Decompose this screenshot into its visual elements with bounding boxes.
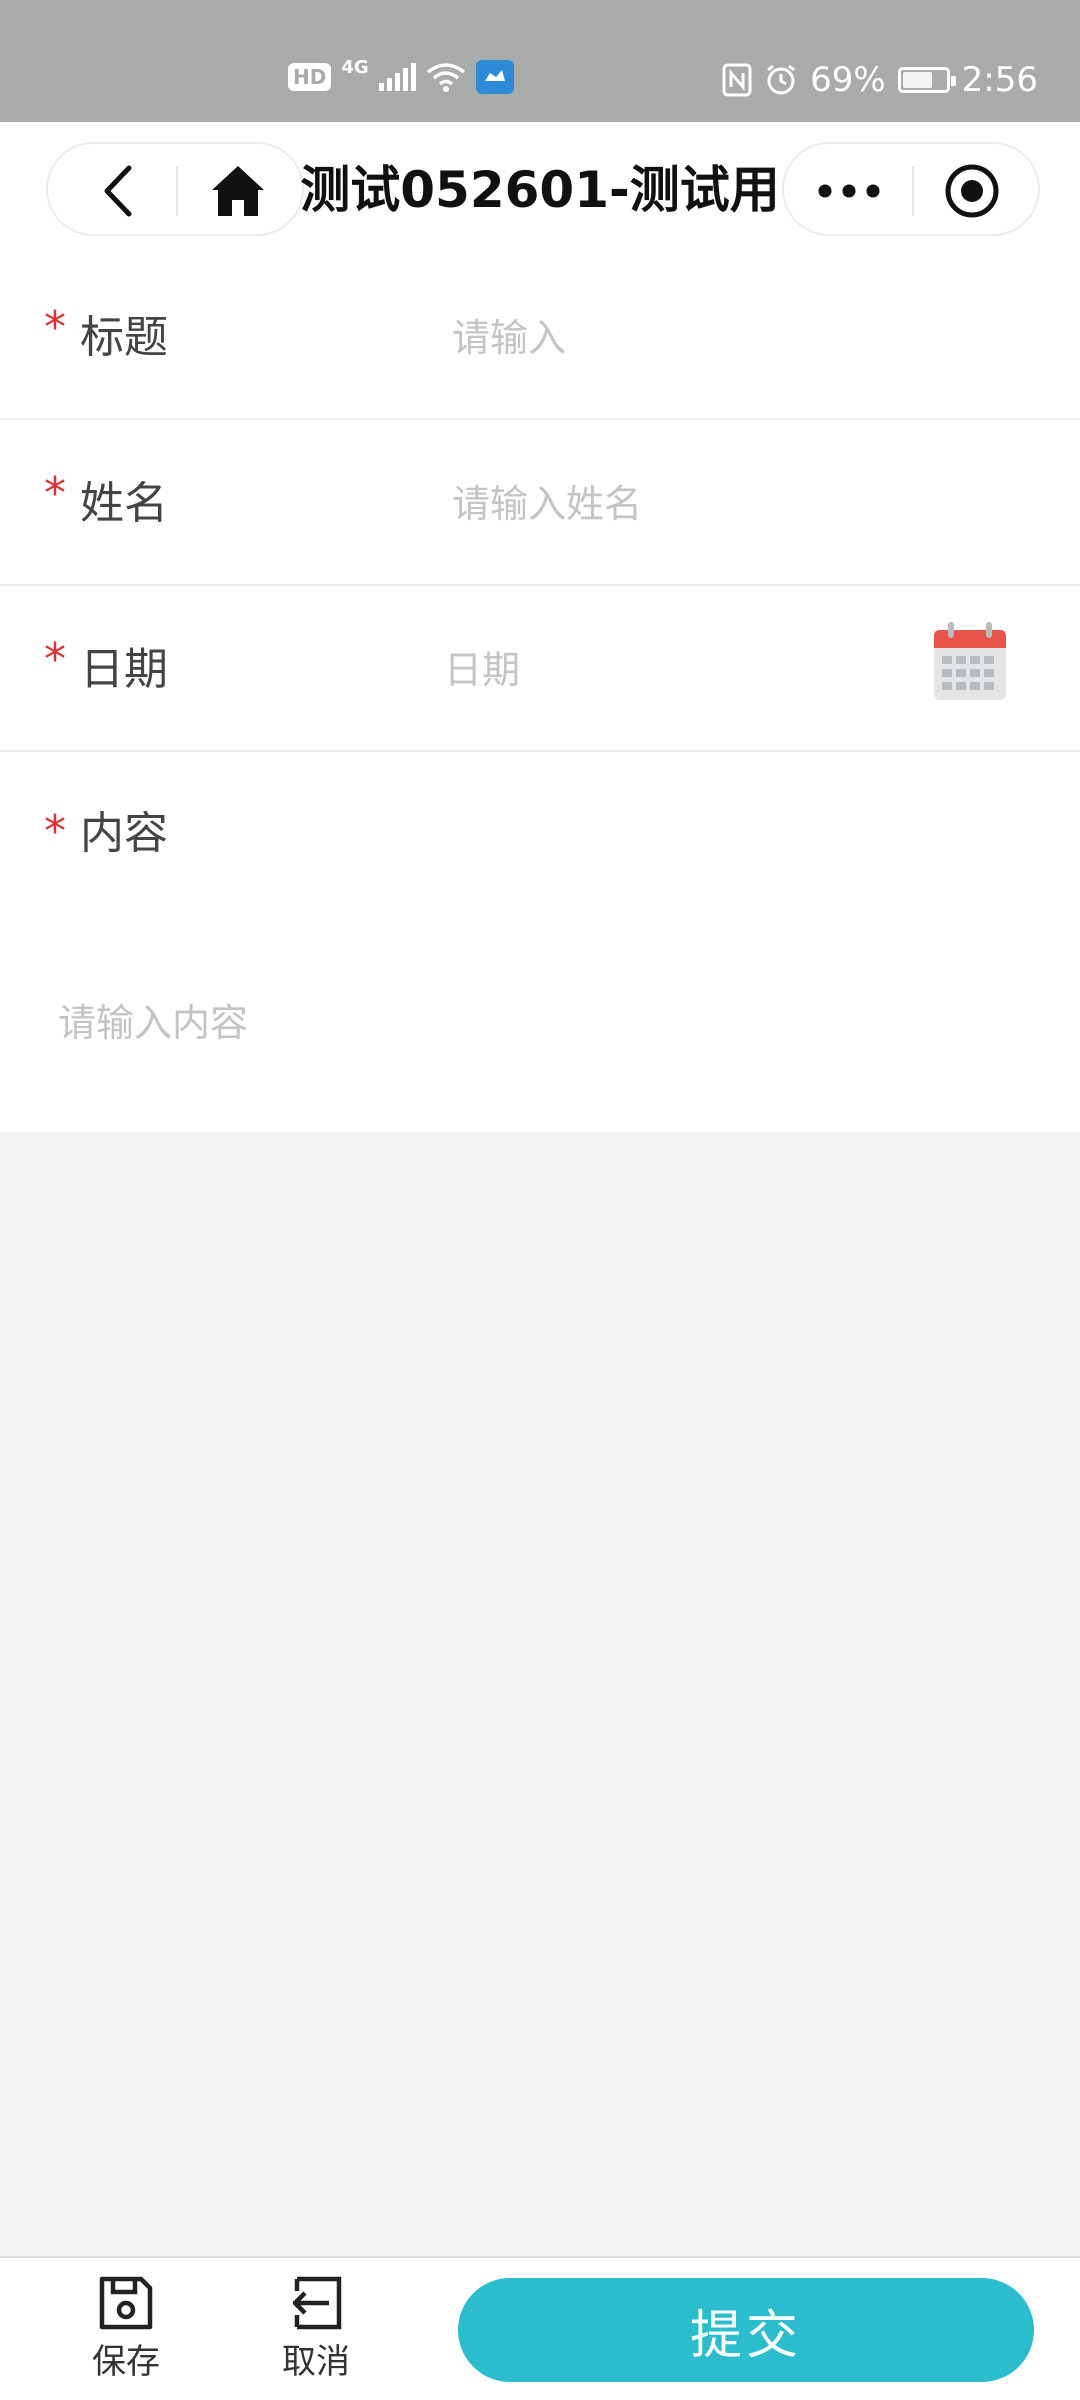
required-mark: * <box>44 806 66 857</box>
nfc-icon <box>722 63 752 97</box>
app-notification-icon <box>475 60 514 94</box>
required-mark: * <box>44 634 66 685</box>
battery-percent: 69% <box>810 60 886 100</box>
save-label: 保存 <box>92 2342 160 2382</box>
status-left-group: HD 4G <box>288 56 514 94</box>
cancel-label: 取消 <box>282 2342 350 2382</box>
status-time: 2:56 <box>961 60 1038 100</box>
content-label: 内容 <box>80 808 168 859</box>
content-textarea[interactable] <box>58 992 1018 1092</box>
form-row-date: * 日期 <box>0 586 1080 752</box>
title-input[interactable] <box>452 306 1012 370</box>
battery-icon <box>897 67 956 93</box>
name-input[interactable] <box>452 472 1012 536</box>
save-button[interactable]: 保存 <box>66 2274 186 2382</box>
more-button[interactable] <box>814 161 884 221</box>
exit-icon <box>292 2276 342 2330</box>
nav-bar: 测试052601-测试用 <box>0 122 1080 254</box>
form: * 标题 * 姓名 * 日期 <box>0 254 1080 1132</box>
submit-button[interactable]: 提交 <box>458 2278 1034 2382</box>
back-button[interactable] <box>88 161 148 221</box>
more-dots-icon <box>818 184 880 198</box>
hd-badge: HD <box>288 63 332 91</box>
screen: HD 4G 69% 2:56 测试052601-测试用 * 标题 请输入 * 姓… <box>0 0 1080 2400</box>
cancel-button[interactable]: 取消 <box>256 2274 376 2382</box>
signal-icon <box>378 63 416 91</box>
home-icon <box>212 166 264 216</box>
home-button[interactable] <box>206 159 270 223</box>
nav-left-capsule <box>46 142 304 236</box>
status-bar: HD 4G 69% 2:56 <box>0 0 1080 122</box>
form-row-content: * 内容 <box>0 752 1080 1132</box>
required-mark: * <box>44 302 66 353</box>
capsule-divider <box>176 166 178 216</box>
network-type: 4G <box>341 56 369 78</box>
calendar-icon[interactable] <box>932 620 1008 702</box>
title-label: 标题 <box>80 312 168 363</box>
form-row-title: * 标题 <box>0 254 1080 420</box>
wifi-icon <box>426 63 465 92</box>
page-title: 测试052601-测试用 <box>300 161 780 219</box>
bottom-bar: 保存 取消 提交 <box>0 2256 1080 2400</box>
name-label: 姓名 <box>80 478 168 529</box>
target-icon <box>945 164 999 218</box>
close-miniapp-button[interactable] <box>942 161 1002 221</box>
floppy-disk-icon <box>99 2276 153 2330</box>
date-input[interactable] <box>444 638 884 702</box>
nav-right-capsule <box>782 142 1040 236</box>
required-mark: * <box>44 468 66 519</box>
form-row-name: * 姓名 <box>0 420 1080 586</box>
capsule-divider <box>912 166 914 216</box>
chevron-left-icon <box>104 165 132 217</box>
date-label: 日期 <box>80 644 168 695</box>
status-right-group: 69% 2:56 <box>722 60 1038 100</box>
alarm-icon <box>767 64 795 95</box>
